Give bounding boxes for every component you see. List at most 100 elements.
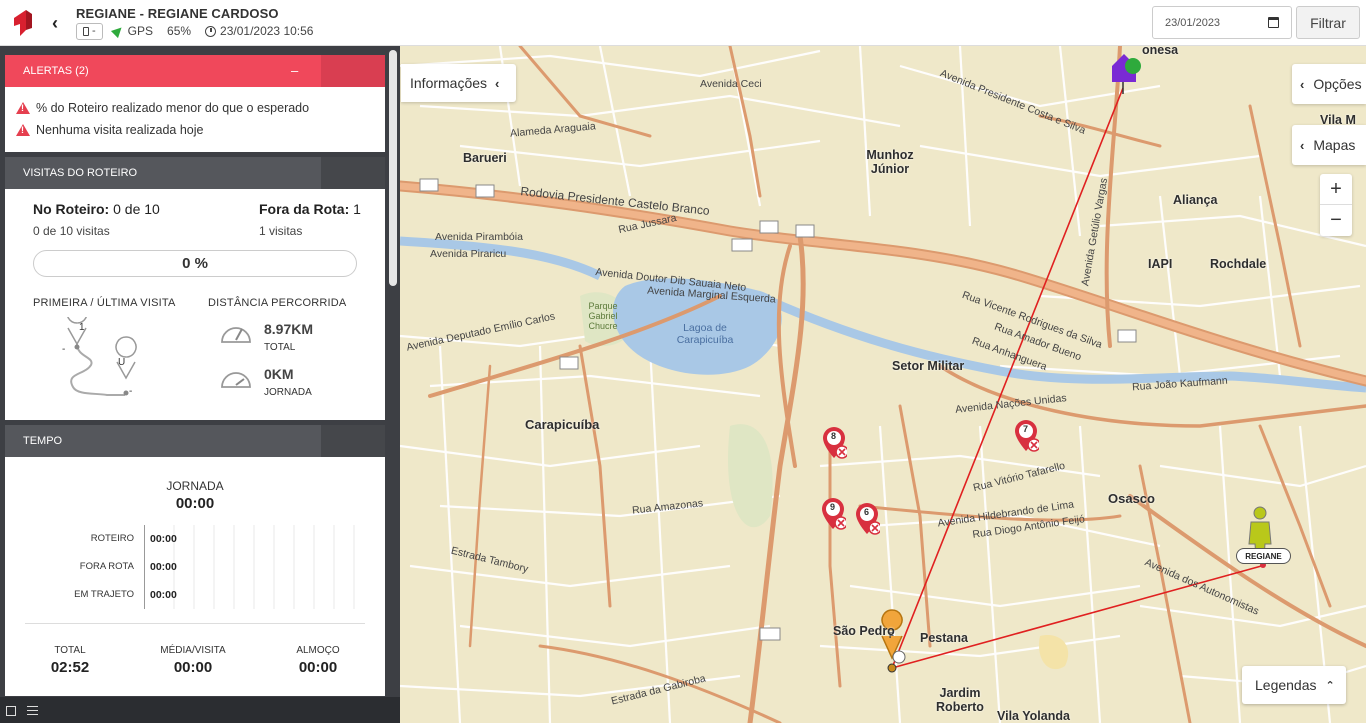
- top-bar: ‹ REGIANE - REGIANE CARDOSO - GPS 65% 23…: [0, 0, 1366, 46]
- time-breakdown-chart: [144, 525, 355, 609]
- on-route-count: No Roteiro: 0 de 10: [33, 201, 160, 217]
- street-label: Parque Gabriel Chucre: [588, 301, 618, 331]
- divider: [25, 623, 365, 624]
- on-route-label: No Roteiro:: [33, 201, 110, 217]
- user-name: REGIANE - REGIANE CARDOSO: [76, 6, 279, 21]
- jornada-speedometer-icon: [221, 372, 251, 388]
- alert-text: Nenhuma visita realizada hoje: [36, 123, 204, 137]
- info-panel-button[interactable]: Informações ‹: [401, 64, 516, 102]
- place-label: Munhoz Júnior: [866, 148, 914, 176]
- clock-icon: [205, 25, 217, 37]
- date-filter-input[interactable]: 23/01/2023: [1152, 6, 1292, 39]
- roteiro-time-value: 00:00: [150, 533, 177, 545]
- place-label: Setor Militar: [892, 359, 965, 373]
- list-icon[interactable]: [27, 706, 38, 715]
- sidebar: ALERTAS (2) – % do Roteiro realizado men…: [0, 46, 400, 723]
- lunch-value: 00:00: [298, 659, 338, 676]
- last-visit-marker: U: [118, 357, 126, 368]
- route-visits-title: VISITAS DO ROTEIRO: [23, 167, 138, 179]
- battery-level: 65%: [167, 24, 192, 38]
- place-label: IAPI: [1148, 257, 1173, 271]
- route-marker-9-label: 9: [830, 502, 836, 512]
- time-title: TEMPO: [23, 435, 63, 447]
- em-trajeto-time-value: 00:00: [150, 589, 177, 601]
- jornada-time-value: 00:00: [175, 495, 215, 512]
- chevron-left-icon: ‹: [1300, 76, 1305, 92]
- street-label: Avenida Ceci: [700, 78, 762, 90]
- route-marker-6-label: 6: [864, 507, 870, 517]
- on-route-value: 0 de 10: [113, 201, 160, 217]
- total-speedometer-icon: [221, 327, 251, 343]
- filter-button[interactable]: Filtrar: [1296, 6, 1360, 39]
- zoom-in-button[interactable]: +: [1320, 174, 1352, 205]
- alerts-card: ALERTAS (2) – % do Roteiro realizado men…: [5, 55, 385, 152]
- off-route-label: Fora da Rota:: [259, 201, 350, 217]
- off-route-value: 1: [353, 201, 361, 217]
- place-label: Barueri: [463, 151, 507, 165]
- date-value: 23/01/2023: [1165, 16, 1221, 29]
- back-chevron-icon[interactable]: ‹: [52, 13, 58, 34]
- em-trajeto-time-label: EM TRAJETO: [74, 589, 134, 600]
- alert-item: % do Roteiro realizado menor do que o es…: [5, 97, 385, 119]
- place-label: Rochdale: [1210, 257, 1267, 271]
- status-row: - GPS 65% 23/01/2023 10:56: [76, 22, 327, 40]
- zoom-out-button[interactable]: −: [1320, 205, 1352, 236]
- warning-icon: [16, 102, 30, 114]
- calendar-icon[interactable]: [1268, 17, 1279, 28]
- distance-label: DISTÂNCIA PERCORRIDA: [208, 297, 347, 309]
- place-label: Osasco: [1108, 491, 1155, 506]
- zoom-control: + −: [1320, 174, 1352, 236]
- fora-rota-time-label: FORA ROTA: [79, 561, 134, 572]
- time-header[interactable]: TEMPO: [5, 425, 385, 457]
- company-logo-icon: [14, 10, 32, 36]
- lunch-label: ALMOÇO: [296, 645, 340, 656]
- device-badge[interactable]: -: [76, 22, 103, 40]
- route-visits-header[interactable]: VISITAS DO ROTEIRO: [5, 157, 385, 189]
- info-button-label: Informações: [410, 75, 488, 91]
- off-route-count: Fora da Rota: 1: [259, 201, 361, 217]
- alerts-header[interactable]: ALERTAS (2) –: [5, 55, 385, 87]
- alert-text: % do Roteiro realizado menor do que o es…: [36, 101, 310, 115]
- warning-icon: [16, 124, 30, 136]
- route-path-icon: [67, 317, 137, 396]
- avg-visit-label: MÉDIA/VISITA: [160, 645, 226, 656]
- place-label: São Pedro: [833, 624, 895, 638]
- map[interactable]: 8 7 9 6 F REGIANE Barueri Munhoz Júnior …: [400, 46, 1366, 723]
- jornada-time-label: JORNADA: [166, 479, 224, 493]
- legend-button[interactable]: Legendas ⌃: [1242, 666, 1346, 704]
- fora-rota-time-value: 00:00: [150, 561, 177, 573]
- first-visit-marker: 1: [79, 322, 85, 333]
- device-status: -: [92, 24, 96, 37]
- on-route-visits: 0 de 10 visitas: [33, 224, 110, 238]
- maps-button[interactable]: ‹ Mapas: [1292, 125, 1366, 165]
- gps-status: GPS: [110, 23, 154, 39]
- first-visit-time: -: [62, 344, 66, 355]
- collapse-button[interactable]: –: [291, 63, 298, 78]
- options-button[interactable]: ‹ Opções: [1292, 64, 1366, 104]
- person-tag[interactable]: REGIANE: [1236, 548, 1291, 564]
- total-time-label: TOTAL: [54, 645, 86, 656]
- total-distance-label: TOTAL: [264, 342, 296, 353]
- street-label: Avenida Piraricu: [430, 248, 507, 260]
- last-update: 23/01/2023 10:56: [205, 24, 313, 38]
- total-time-value: 02:52: [50, 659, 90, 676]
- avg-visit-value: 00:00: [173, 659, 213, 676]
- alerts-title: ALERTAS (2): [23, 65, 89, 77]
- route-progress-bar: 0 %: [33, 250, 357, 277]
- off-route-visits: 1 visitas: [259, 224, 303, 238]
- place-label: Pestana: [920, 631, 968, 645]
- timestamp: 23/01/2023 10:56: [220, 24, 314, 38]
- phone-icon: [83, 26, 89, 36]
- alert-item: Nenhuma visita realizada hoje: [5, 119, 385, 141]
- place-label: Aliança: [1173, 193, 1218, 207]
- first-last-visit-label: PRIMEIRA / ÚLTIMA VISITA: [33, 297, 176, 309]
- legend-button-label: Legendas: [1255, 677, 1317, 693]
- maps-button-label: Mapas: [1313, 137, 1356, 153]
- street-label: Avenida Pirambóia: [435, 231, 523, 243]
- time-card: TEMPO JORNADA 00:00 ROTEIRO 00:00 FORA R…: [5, 425, 385, 696]
- window-icon[interactable]: [6, 706, 16, 716]
- chevron-left-icon: ‹: [1300, 137, 1305, 153]
- sidebar-scroll-thumb[interactable]: [389, 50, 397, 286]
- gps-label: GPS: [127, 24, 154, 38]
- options-button-label: Opções: [1313, 76, 1362, 92]
